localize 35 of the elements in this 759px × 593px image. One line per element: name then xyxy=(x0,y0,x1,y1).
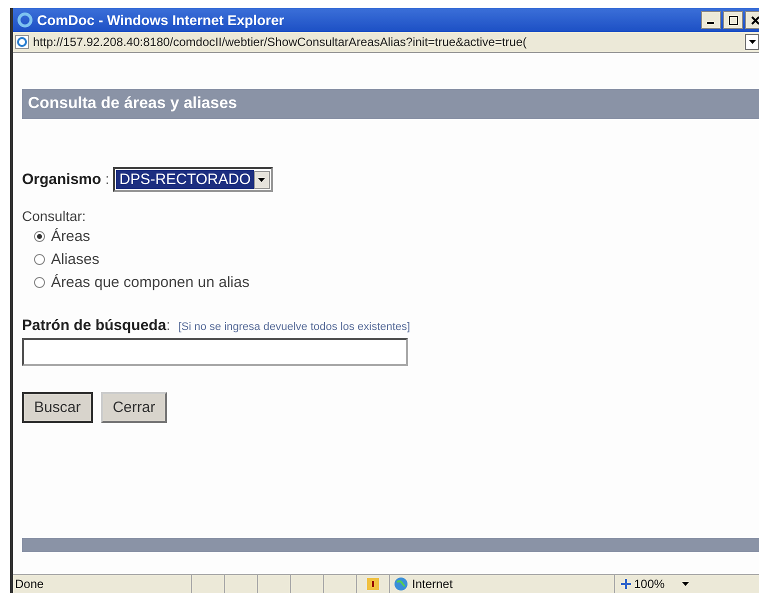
organismo-label: Organismo xyxy=(22,171,102,188)
address-field[interactable]: http://157.92.208.40:8180/comdocII/webtier/ShowConsultarAreasAlias?init=true&active=true( xyxy=(33,35,741,49)
search-label: Patrón de búsqueda xyxy=(22,317,166,334)
colon: : xyxy=(105,171,110,188)
radio-option[interactable]: Áreas xyxy=(34,228,759,245)
caret-icon xyxy=(748,40,756,44)
maximize-icon xyxy=(728,16,738,24)
zoom-icon[interactable] xyxy=(621,579,631,589)
status-text: Done xyxy=(14,576,45,593)
radio-icon[interactable] xyxy=(34,277,45,288)
maximize-button[interactable] xyxy=(723,11,743,29)
radio-icon[interactable] xyxy=(34,254,45,265)
action-button[interactable]: Buscar xyxy=(22,392,93,423)
zoom-text[interactable]: 100% xyxy=(634,577,665,591)
close-button[interactable] xyxy=(745,11,759,29)
zone-text: Internet xyxy=(412,577,453,591)
search-field[interactable] xyxy=(22,338,408,366)
minimize-button[interactable] xyxy=(701,11,721,29)
browser-icon xyxy=(17,12,33,28)
caret-icon xyxy=(258,178,266,182)
window-title: ComDoc - Windows Internet Explorer xyxy=(37,12,286,28)
dropdown-button[interactable] xyxy=(745,34,759,50)
radio-icon[interactable] xyxy=(34,231,45,242)
caret-icon[interactable] xyxy=(682,582,689,586)
hint-text: [Si no se ingresa devuelve todos los existentes] xyxy=(178,321,410,333)
radio-option[interactable]: Áreas que componen un alias xyxy=(34,274,759,291)
colon: : xyxy=(166,317,170,334)
radio-option[interactable]: Aliases xyxy=(34,251,759,268)
close-icon xyxy=(750,16,759,24)
globe-icon xyxy=(394,577,408,591)
action-button[interactable]: Cerrar xyxy=(100,392,168,423)
organismo-select[interactable]: DPS-RECTORADO xyxy=(113,167,273,192)
consultar-label: Consultar: xyxy=(22,208,87,224)
warning-icon xyxy=(367,578,379,590)
page-header: Consulta de áreas y aliases xyxy=(22,89,759,119)
